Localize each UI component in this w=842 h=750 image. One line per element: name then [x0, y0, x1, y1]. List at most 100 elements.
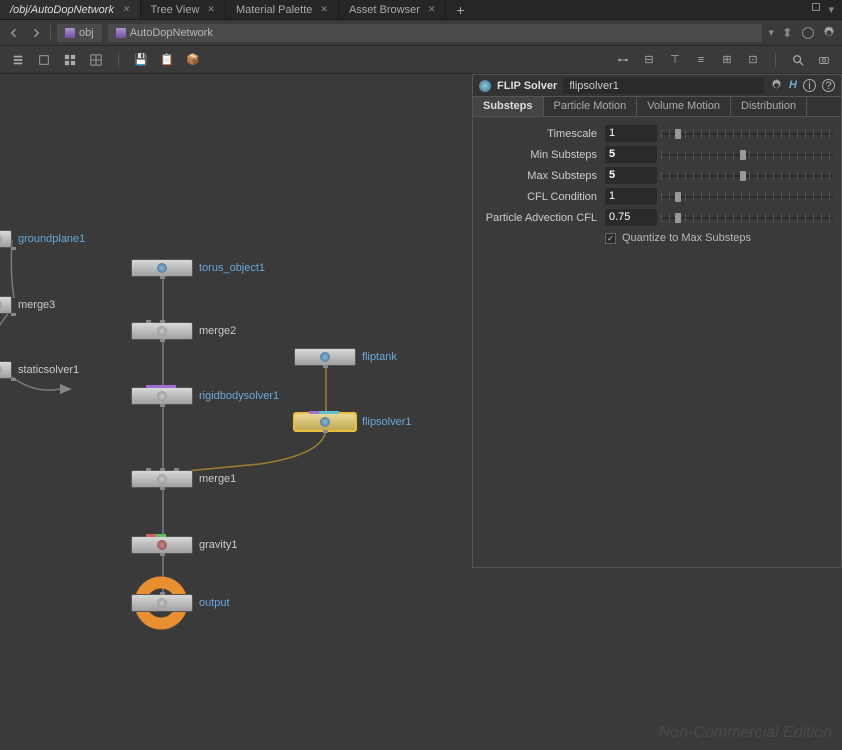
- quantize-checkbox[interactable]: ✓: [605, 233, 616, 244]
- tab-particle-motion[interactable]: Particle Motion: [544, 97, 638, 116]
- search-icon[interactable]: [790, 52, 806, 68]
- close-icon[interactable]: ✕: [428, 4, 436, 15]
- tab-material-palette[interactable]: Material Palette ✕: [226, 0, 339, 19]
- node-label: groundplane1: [18, 233, 85, 245]
- tab-distribution[interactable]: Distribution: [731, 97, 807, 116]
- timescale-field[interactable]: 1: [605, 125, 657, 142]
- param-timescale: Timescale 1: [481, 123, 833, 144]
- tab-asset-browser[interactable]: Asset Browser ✕: [339, 0, 446, 19]
- gravity-icon: [157, 540, 167, 550]
- separator: [118, 53, 119, 67]
- param-label: Timescale: [481, 128, 601, 140]
- box-icon[interactable]: 📦: [185, 52, 201, 68]
- node-merge2[interactable]: merge2: [131, 322, 236, 340]
- param-label: CFL Condition: [481, 191, 601, 203]
- node-label: merge2: [199, 325, 236, 337]
- node-staticsolver[interactable]: staticsolver1: [0, 361, 79, 379]
- node-label: flipsolver1: [362, 416, 412, 428]
- layout-icon[interactable]: [615, 52, 631, 68]
- back-button[interactable]: [6, 25, 22, 41]
- tab-label: Tree View: [151, 4, 200, 16]
- solver-icon: [0, 365, 2, 375]
- node-label: fliptank: [362, 351, 397, 363]
- tab-label: Material Palette: [236, 4, 312, 16]
- parameter-panel: FLIP Solver flipsolver1 H i ? Substeps P…: [472, 74, 842, 568]
- text-view-icon[interactable]: [36, 52, 52, 68]
- help-icon[interactable]: ?: [822, 79, 835, 92]
- snap-grid-icon[interactable]: ⊡: [745, 52, 761, 68]
- param-header: FLIP Solver flipsolver1 H i ?: [473, 75, 841, 97]
- param-max-substeps: Max Substeps 5: [481, 165, 833, 186]
- cfl-field[interactable]: 1: [605, 188, 657, 205]
- fluid-icon: [320, 352, 330, 362]
- flip-icon: [320, 417, 330, 427]
- close-icon[interactable]: ✕: [320, 4, 328, 15]
- advection-cfl-field[interactable]: 0.75: [605, 209, 657, 226]
- merge-icon: [157, 326, 167, 336]
- target-icon[interactable]: [802, 27, 814, 39]
- param-min-substeps: Min Substeps 5: [481, 144, 833, 165]
- sticky-note-icon[interactable]: 📋: [159, 52, 175, 68]
- path-label: AutoDopNetwork: [130, 27, 213, 39]
- flip-icon: [479, 80, 491, 92]
- menu-icon[interactable]: ▾: [828, 3, 834, 16]
- output-icon: [157, 598, 167, 608]
- node-torus[interactable]: torus_object1: [131, 259, 265, 277]
- node-fliptank[interactable]: fliptank: [294, 348, 397, 366]
- align-h-icon[interactable]: ⊟: [641, 52, 657, 68]
- tab-substeps[interactable]: Substeps: [473, 97, 544, 116]
- separator: [775, 53, 776, 67]
- tab-tree-view[interactable]: Tree View ✕: [141, 0, 226, 19]
- node-gravity[interactable]: gravity1: [131, 536, 238, 554]
- pin-icon[interactable]: [782, 27, 794, 39]
- camera-icon[interactable]: [816, 52, 832, 68]
- distribute-icon[interactable]: ⊞: [719, 52, 735, 68]
- min-substeps-slider[interactable]: [661, 147, 833, 163]
- align-v-icon[interactable]: ≡: [693, 52, 709, 68]
- path-obj[interactable]: obj: [57, 24, 102, 42]
- timescale-slider[interactable]: [661, 126, 833, 142]
- node-name-field[interactable]: flipsolver1: [563, 78, 764, 94]
- close-icon[interactable]: ✕: [122, 4, 130, 15]
- tree-icon[interactable]: ⊤: [667, 52, 683, 68]
- tab-volume-motion[interactable]: Volume Motion: [637, 97, 731, 116]
- new-tab-button[interactable]: +: [446, 2, 474, 18]
- node-merge3[interactable]: merge3: [0, 296, 55, 314]
- node-type-label: FLIP Solver: [497, 80, 557, 92]
- window-controls: ▾: [812, 3, 842, 16]
- node-rigidbodysolver[interactable]: rigidbodysolver1: [131, 387, 279, 405]
- node-groundplane[interactable]: groundplane1: [0, 230, 85, 248]
- main-area: groundplane1 merge3 staticsolver1 torus_…: [0, 74, 842, 750]
- param-cfl: CFL Condition 1: [481, 186, 833, 207]
- top-tab-bar: /obj/AutoDopNetwork ✕ Tree View ✕ Materi…: [0, 0, 842, 20]
- cfl-slider[interactable]: [661, 189, 833, 205]
- min-substeps-field[interactable]: 5: [605, 146, 657, 163]
- node-canvas[interactable]: groundplane1 merge3 staticsolver1 torus_…: [0, 74, 842, 750]
- tab-network[interactable]: /obj/AutoDopNetwork ✕: [0, 0, 141, 19]
- dropdown-icon[interactable]: ▾: [768, 26, 774, 39]
- advection-cfl-slider[interactable]: [661, 210, 833, 226]
- list-view-icon[interactable]: [10, 52, 26, 68]
- max-substeps-slider[interactable]: [661, 168, 833, 184]
- close-icon[interactable]: ✕: [207, 4, 215, 15]
- gear-icon[interactable]: [822, 26, 836, 40]
- forward-button[interactable]: [28, 25, 44, 41]
- edition-watermark: Non-Commercial Edition: [659, 724, 832, 742]
- node-label: staticsolver1: [18, 364, 79, 376]
- node-output[interactable]: output: [131, 594, 230, 612]
- houdini-icon[interactable]: H: [789, 79, 797, 92]
- node-flipsolver[interactable]: flipsolver1: [294, 413, 412, 431]
- node-label: gravity1: [199, 539, 238, 551]
- node-merge1[interactable]: merge1: [131, 470, 236, 488]
- max-substeps-field[interactable]: 5: [605, 167, 657, 184]
- info-icon[interactable]: i: [803, 79, 816, 92]
- save-icon[interactable]: 💾: [133, 52, 149, 68]
- maximize-icon[interactable]: [812, 3, 820, 11]
- grid-view-icon[interactable]: [62, 52, 78, 68]
- spreadsheet-icon[interactable]: [88, 52, 104, 68]
- merge-icon: [157, 474, 167, 484]
- path-label: obj: [79, 27, 94, 39]
- path-autodop[interactable]: AutoDopNetwork: [108, 24, 763, 42]
- merge-icon: [0, 300, 2, 310]
- gear-icon[interactable]: [770, 79, 783, 92]
